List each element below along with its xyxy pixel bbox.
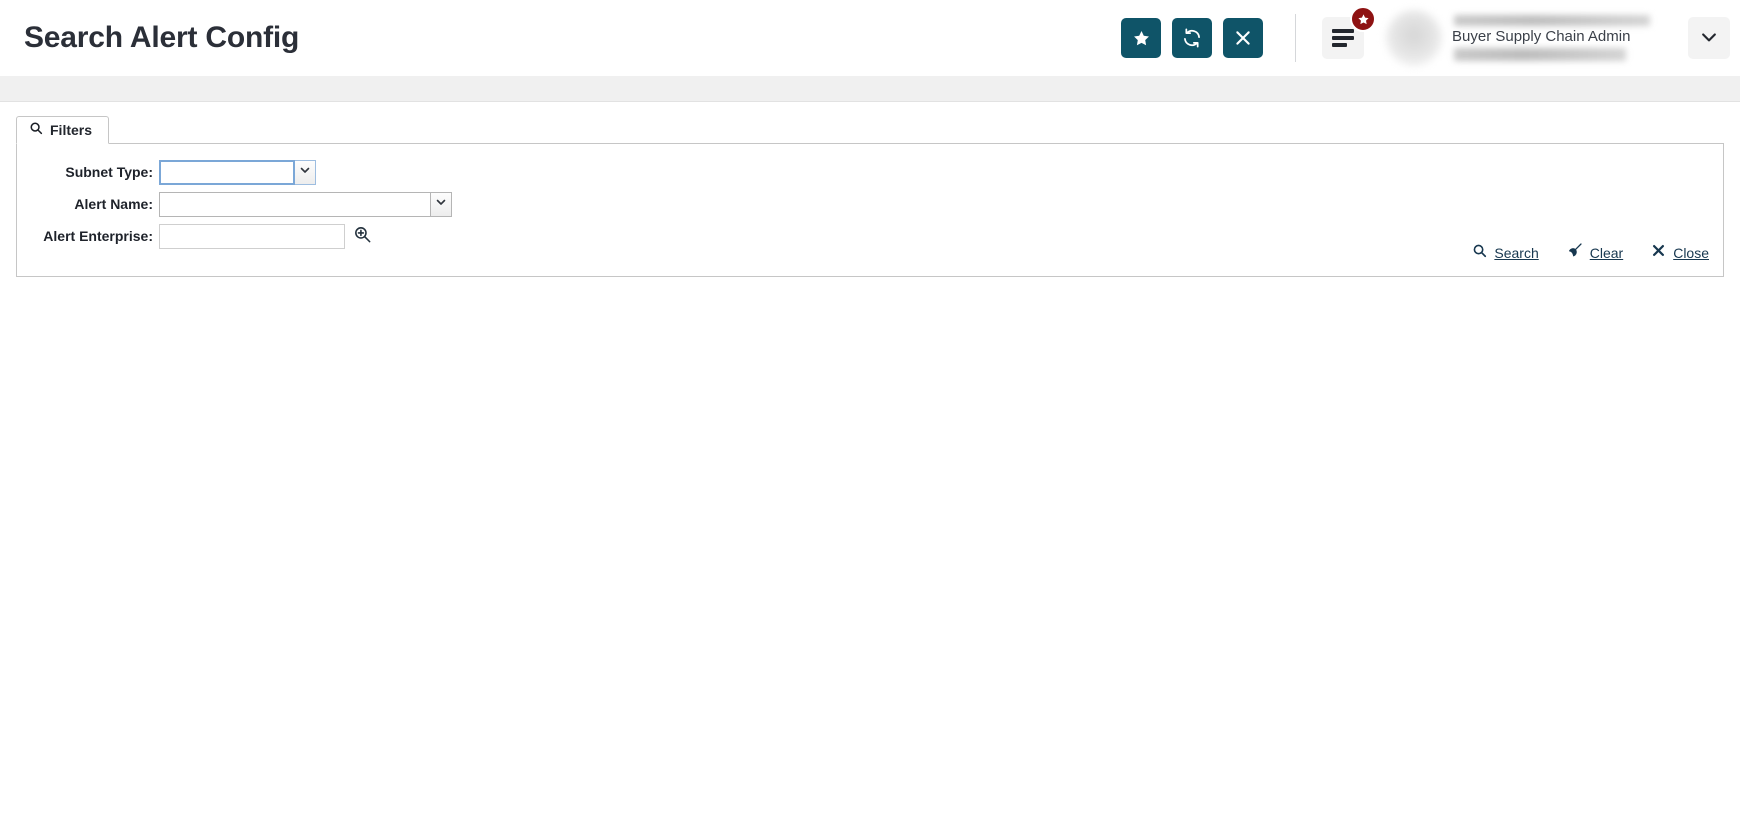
chevron-down-icon [435,195,447,213]
star-badge-icon [1350,6,1376,32]
alert-name-input[interactable] [159,191,431,217]
alert-enterprise-lookup-button[interactable] [353,225,372,247]
favorite-button[interactable] [1121,18,1161,58]
subnet-type-combo[interactable] [159,159,316,185]
subnet-type-label: Subnet Type: [65,164,153,180]
field-row-alert-name: Alert Name: [17,190,1723,218]
clear-link[interactable]: Clear [1567,242,1623,263]
user-role-label: Buyer Supply Chain Admin [1452,28,1631,45]
close-icon [1234,29,1252,47]
header-divider [1295,14,1296,62]
alert-enterprise-input[interactable] [159,223,345,249]
refresh-button[interactable] [1172,18,1212,58]
avatar-icon [1386,10,1442,66]
user-profile[interactable]: Buyer Supply Chain Admin [1386,10,1672,66]
clear-link-label: Clear [1589,244,1624,261]
close-window-button[interactable] [1223,18,1263,58]
page-title: Search Alert Config [24,21,300,54]
tab-filters-label: Filters [50,122,93,138]
search-link-label: Search [1494,244,1539,261]
close-x-icon [1651,243,1666,263]
magnifier-plus-icon [353,225,372,247]
subnet-type-dropdown-button[interactable] [295,159,316,185]
star-icon [1132,29,1151,48]
app-header: Search Alert Config Buyer Supply Chain A… [0,0,1740,76]
alert-enterprise-label: Alert Enterprise: [43,228,153,244]
chevron-down-icon [1699,27,1719,50]
search-link[interactable]: Search [1472,243,1539,263]
search-icon [29,121,43,140]
field-row-alert-enterprise: Alert Enterprise: [17,222,1723,250]
user-text-block: Buyer Supply Chain Admin [1452,15,1672,61]
chevron-down-icon [299,163,311,181]
user-org-redacted [1454,48,1626,61]
broom-icon [1567,242,1583,263]
header-sub-bar [0,76,1740,102]
close-link[interactable]: Close [1651,243,1709,263]
subnet-type-input[interactable] [159,159,295,185]
alert-name-combo[interactable] [159,191,452,217]
header-action-buttons [1121,18,1263,58]
field-row-subnet-type: Subnet Type: [17,158,1723,186]
user-menu-dropdown-button[interactable] [1688,17,1730,59]
hamburger-menu-button[interactable] [1322,6,1376,59]
alert-name-label: Alert Name: [74,196,153,212]
tab-filters[interactable]: Filters [16,116,110,144]
tab-strip: Filters [16,116,1724,144]
hamburger-menu-icon [1332,26,1354,51]
user-name-redacted [1454,15,1650,26]
refresh-icon [1182,28,1202,48]
filters-action-bar: Search Clear Close [1472,242,1709,263]
close-link-label: Close [1673,244,1709,261]
filters-panel: Subnet Type: Alert Name: Alert Enterpris… [16,143,1724,277]
alert-name-dropdown-button[interactable] [431,191,452,217]
search-icon [1472,243,1487,263]
page-content: Filters Subnet Type: Alert Name: Alert E… [0,102,1740,277]
